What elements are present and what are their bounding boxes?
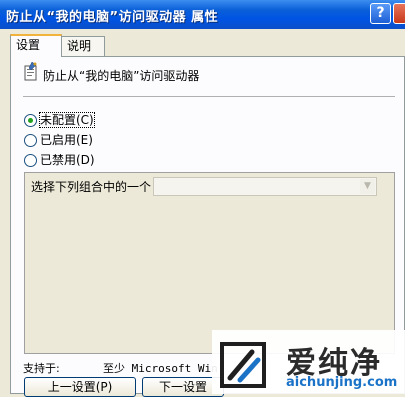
tab-label: 设置 [16, 38, 41, 52]
radio-enabled[interactable]: 已启用(E) [24, 131, 93, 147]
support-value: 至少 Microsoft Win [103, 362, 218, 375]
separator [23, 96, 395, 97]
window-title: 防止从“我的电脑”访问驱动器 属性 [6, 10, 219, 25]
watermark-logo-icon [220, 342, 266, 388]
policy-setting-icon [24, 62, 37, 81]
radio-disabled[interactable]: 已禁用(D) [24, 151, 95, 167]
close-button[interactable] [393, 3, 405, 24]
options-label: 选择下列组合中的一个 [31, 180, 152, 194]
radio-button[interactable] [24, 134, 37, 147]
policy-title: 防止从“我的电脑”访问驱动器 [43, 69, 200, 83]
title-bar[interactable]: 防止从“我的电脑”访问驱动器 属性 ? [0, 0, 405, 29]
radio-button[interactable] [24, 154, 37, 167]
watermark-url: aichunjing.com [286, 375, 398, 390]
help-button[interactable]: ? [370, 3, 391, 24]
options-box [24, 172, 395, 354]
chevron-down-icon[interactable]: ▼ [360, 179, 375, 194]
radio-not-configured[interactable]: 未配置(C) [24, 111, 95, 128]
tab-settings[interactable]: 设置 [10, 34, 62, 57]
support-label: 支持于: [23, 362, 60, 375]
radio-label: 已禁用(D) [40, 153, 95, 167]
radio-label: 未配置(C) [39, 112, 95, 128]
tab-label: 说明 [67, 39, 92, 53]
radio-button[interactable] [24, 114, 37, 127]
radio-label: 已启用(E) [40, 133, 93, 147]
tab-help[interactable]: 说明 [61, 36, 105, 56]
previous-setting-button[interactable]: 上一设置(P) [24, 377, 136, 397]
watermark: 爱纯净 aichunjing.com [212, 330, 405, 394]
options-combo[interactable]: ▼ [153, 177, 377, 196]
